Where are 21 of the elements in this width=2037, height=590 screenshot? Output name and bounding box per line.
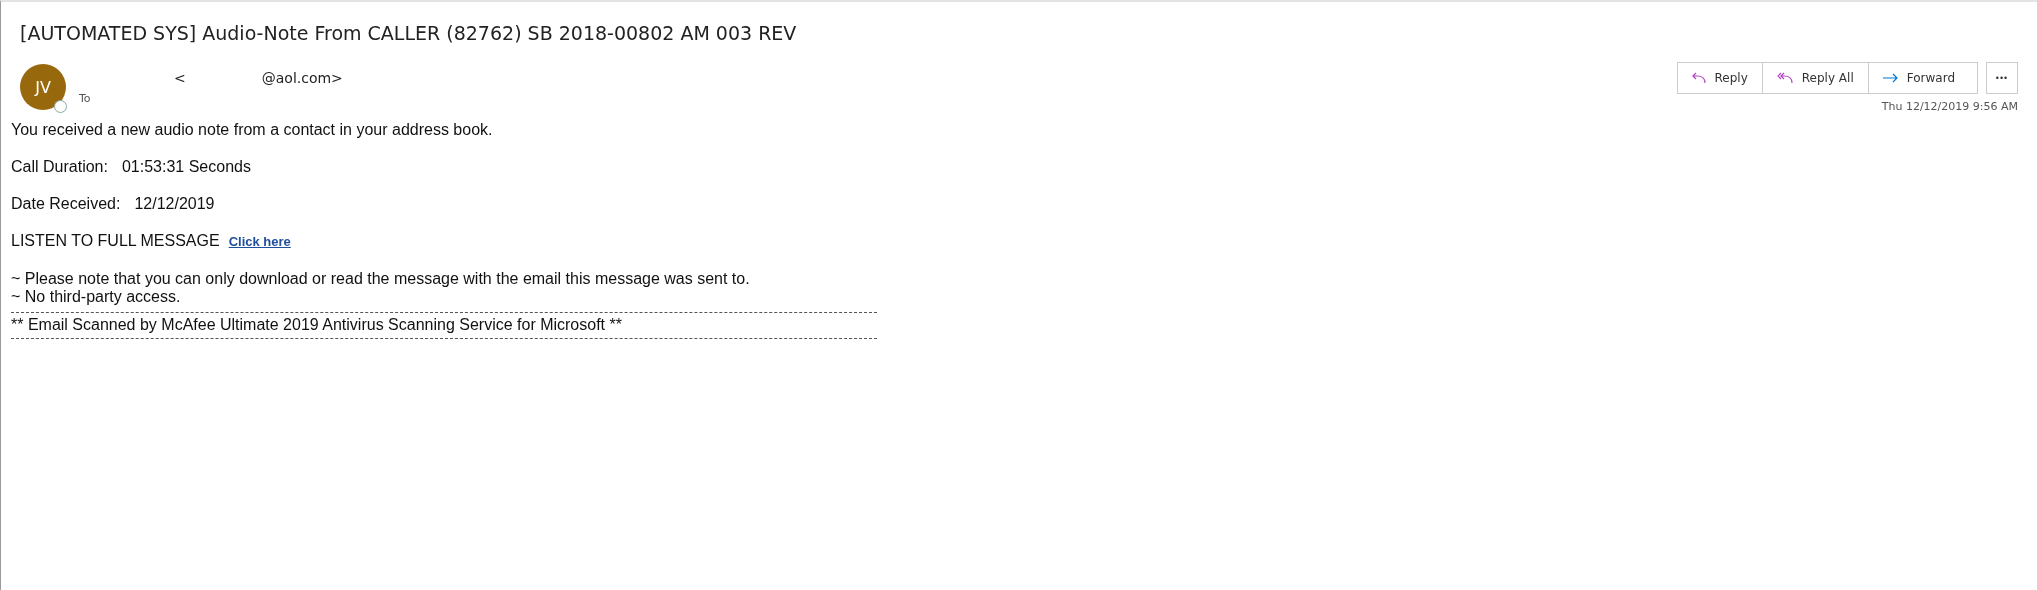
more-button[interactable]: ••• [1986, 62, 2018, 94]
forward-icon [1882, 73, 1898, 83]
reply-all-icon [1776, 72, 1793, 84]
field-label: Call Duration: [11, 158, 108, 176]
note-line: ~ No third-party access. [11, 288, 182, 306]
note-line: ~ Please note that you can only download or read the message with the email this message was sent to. [11, 270, 751, 288]
sender-bracket: < [174, 70, 186, 86]
sender-address: @aol.com> [261, 70, 343, 86]
click-here-link[interactable]: Click here [228, 233, 291, 251]
subject-title: [AUTOMATED SYS] Audio-Note From CALLER (82762) SB 2018-00802 AM 003 REV [19, 21, 798, 46]
field-value: 12/12/2019 [134, 195, 215, 213]
field-value: 01:53:31 Seconds [121, 158, 251, 176]
avatar-initials: JV [35, 77, 51, 97]
to-label: To [79, 92, 92, 105]
field-label: Date Received: [11, 195, 121, 213]
body-text: You received a new audio note from a contact in your address book. [11, 121, 494, 139]
reply-icon [1691, 72, 1706, 84]
presence-icon [54, 100, 67, 113]
timestamp: Thu 12/12/2019 9:56 AM [1881, 100, 2018, 113]
scan-notice: ** Email Scanned by McAfee Ultimate 2019 Antivirus Scanning Service for Microsoft ** [11, 316, 622, 333]
body-text: LISTEN TO FULL MESSAGE [11, 232, 220, 250]
